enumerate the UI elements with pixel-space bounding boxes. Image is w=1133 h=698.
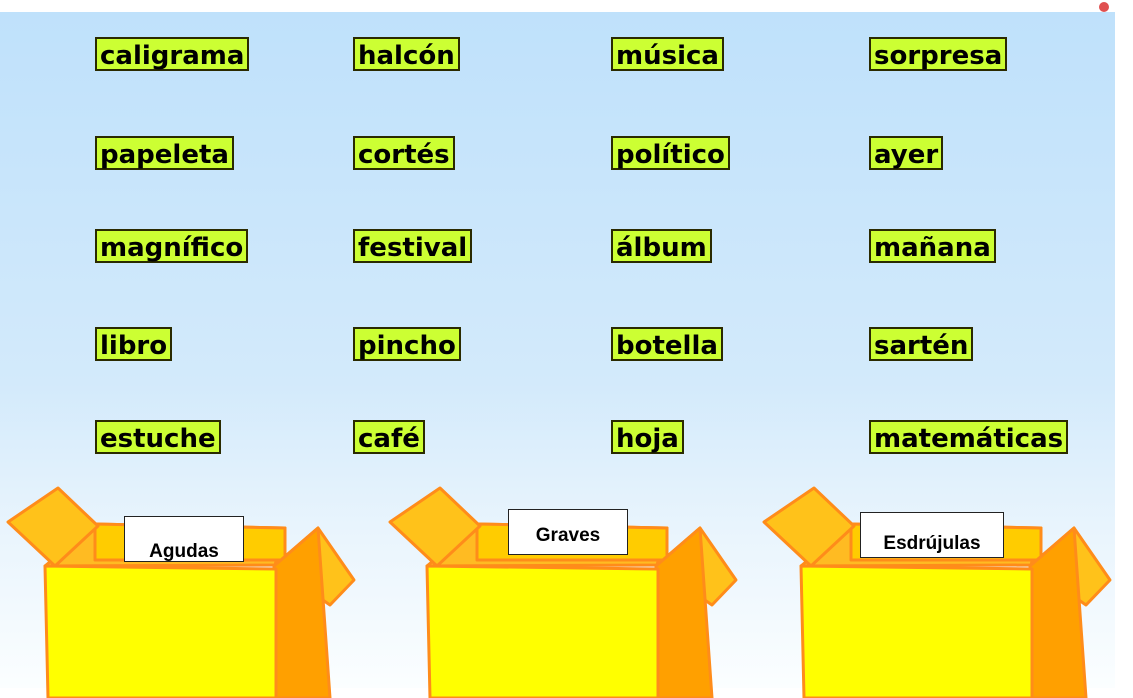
box-label-text: Agudas [149,541,219,562]
word-tile[interactable]: pincho [353,327,461,361]
box-label-esdrujulas: Esdrújulas [860,512,1004,558]
word-tile[interactable]: libro [95,327,173,361]
box-label-graves: Graves [508,509,628,555]
word-tile[interactable]: sorpresa [869,37,1008,71]
word-tile[interactable]: hoja [611,420,684,454]
drop-box-graves[interactable]: Graves [382,480,742,698]
drop-box-agudas[interactable]: Agudas [0,480,360,698]
word-tile[interactable]: caligrama [95,37,250,71]
word-tile[interactable]: político [611,136,730,170]
word-tile[interactable]: papeleta [95,136,234,170]
word-tile[interactable]: álbum [611,229,712,263]
word-tile[interactable]: magnífico [95,229,249,263]
word-tile[interactable]: halcón [353,37,460,71]
word-tile[interactable]: mañana [869,229,996,263]
word-tile[interactable]: botella [611,327,723,361]
box-label-text: Graves [535,525,601,546]
open-box-icon [6,486,356,698]
word-tile[interactable]: ayer [869,136,944,170]
game-stage: caligrama halcón música sorpresa papelet… [0,0,1133,698]
word-tile[interactable]: sartén [869,327,974,361]
box-label-agudas: Agudas [124,516,244,562]
word-tile[interactable]: festival [353,229,473,263]
word-tile[interactable]: estuche [95,420,221,454]
corner-indicator [1099,2,1109,12]
word-tile[interactable]: música [611,37,724,71]
word-tile[interactable]: matemáticas [869,420,1069,454]
box-label-text: Esdrújulas [883,533,981,554]
drop-box-esdrujulas[interactable]: Esdrújulas [756,480,1116,698]
word-tile[interactable]: cortés [353,136,455,170]
word-tile[interactable]: café [353,420,425,454]
